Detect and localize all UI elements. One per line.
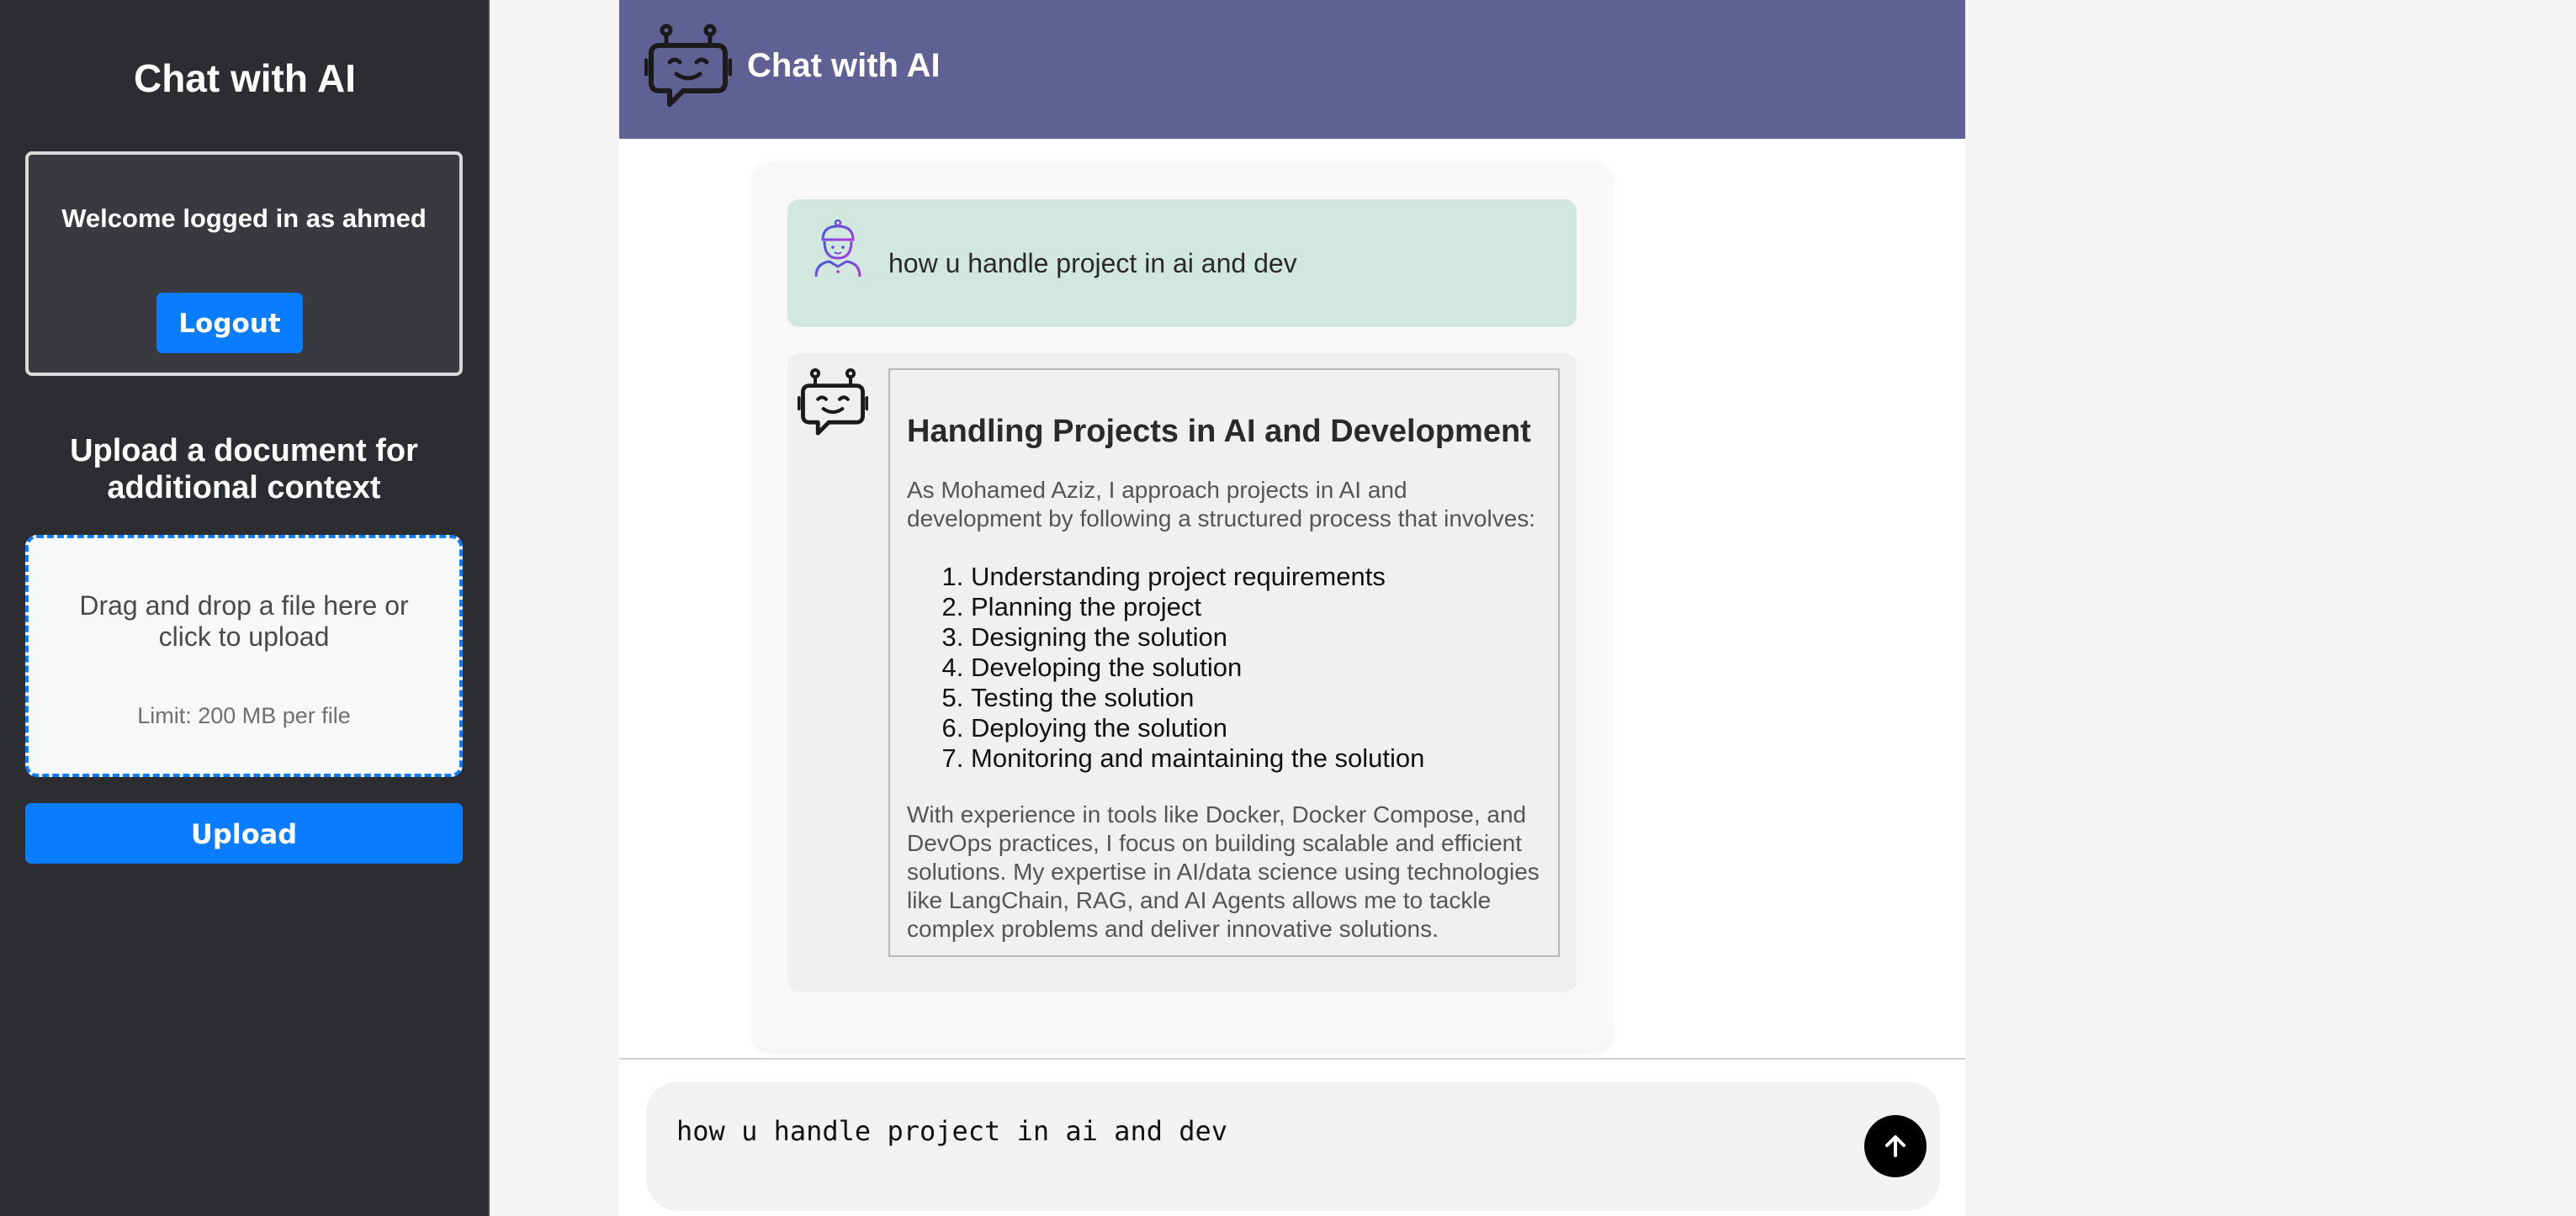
upload-heading: Upload a document for additional context: [70, 433, 418, 505]
chat-panel: Chat with AI how u handle project in ai …: [619, 0, 1965, 1216]
welcome-box: Welcome logged in as ahmed Logout: [25, 151, 463, 376]
welcome-text: Welcome logged in as ahmed: [61, 204, 427, 233]
chat-header-title: Chat with AI: [747, 47, 941, 84]
assistant-message: Handling Projects in AI and Development …: [787, 353, 1577, 992]
user-message: how u handle project in ai and dev: [787, 199, 1577, 327]
assistant-steps-list: Understanding project requirements Plann…: [907, 562, 1546, 774]
dropzone-text: Drag and drop a file here or click to up…: [79, 590, 409, 652]
list-item: Planning the project: [971, 592, 1546, 622]
robot-icon: [644, 24, 732, 107]
robot-icon: [798, 368, 868, 436]
chat-header: Chat with AI: [619, 0, 1965, 139]
assistant-message-content: Handling Projects in AI and Development …: [888, 368, 1560, 957]
file-dropzone[interactable]: Drag and drop a file here or click to up…: [25, 535, 463, 777]
list-item: Monitoring and maintaining the solution: [971, 743, 1546, 774]
chat-input-box: how u handle project in ai and dev: [646, 1081, 1940, 1211]
divider: [619, 1058, 1965, 1060]
sidebar-title: Chat with AI: [133, 56, 357, 100]
messages-container: how u handle project in ai and dev Handl…: [754, 163, 1610, 1049]
list-item: Deploying the solution: [971, 713, 1546, 743]
user-message-text: how u handle project in ai and dev: [888, 248, 1297, 278]
list-item: Designing the solution: [971, 622, 1546, 653]
assistant-message-intro: As Mohamed Aziz, I approach projects in …: [907, 477, 1536, 531]
sidebar: Chat with AI Welcome logged in as ahmed …: [0, 0, 490, 1216]
upload-button[interactable]: Upload: [25, 803, 463, 864]
chat-input[interactable]: how u handle project in ai and dev: [646, 1081, 1858, 1211]
assistant-message-outro: With experience in tools like Docker, Do…: [907, 801, 1540, 942]
assistant-message-heading: Handling Projects in AI and Development: [907, 414, 1531, 449]
list-item: Understanding project requirements: [971, 562, 1546, 592]
list-item: Developing the solution: [971, 653, 1546, 683]
logout-button[interactable]: Logout: [156, 293, 303, 353]
list-item: Testing the solution: [971, 683, 1546, 713]
user-avatar-icon: [814, 219, 861, 278]
arrow-up-icon: [1885, 1135, 1905, 1157]
send-button[interactable]: [1864, 1115, 1927, 1177]
dropzone-limit: Limit: 200 MB per file: [137, 703, 351, 728]
